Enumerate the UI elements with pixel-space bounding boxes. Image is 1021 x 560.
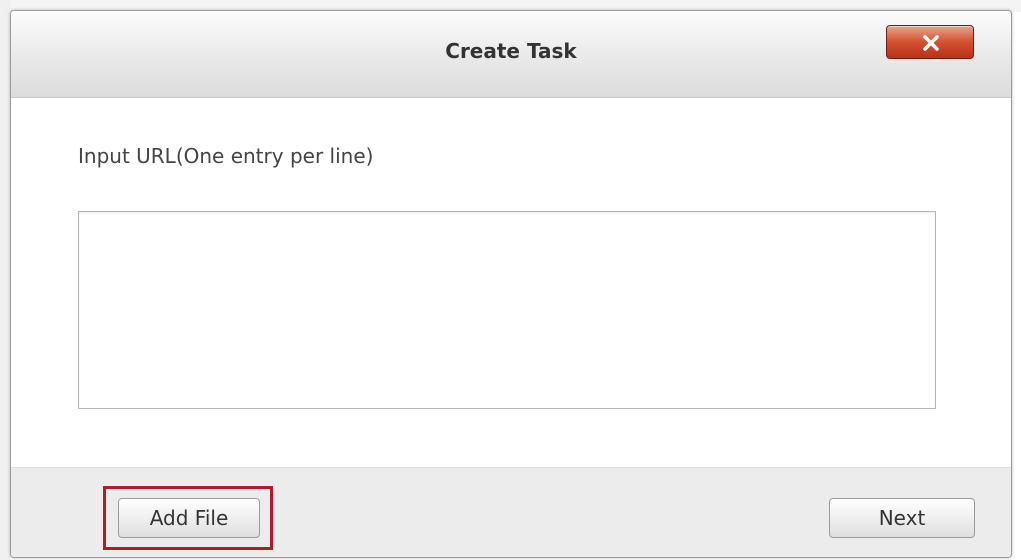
next-button[interactable]: Next [829,498,975,538]
background-window-edge [0,0,10,560]
close-icon [923,35,939,51]
dialog-title: Create Task [445,39,577,63]
url-input[interactable] [78,211,936,409]
close-button[interactable] [886,25,974,59]
add-file-button[interactable]: Add File [118,498,260,538]
dialog-titlebar: Create Task [11,11,1011,98]
dialog-footer: Add File Next [11,467,1011,557]
input-url-label: Input URL(One entry per line) [78,144,374,168]
create-task-dialog: Create Task Input URL(One entry per line… [10,10,1012,558]
